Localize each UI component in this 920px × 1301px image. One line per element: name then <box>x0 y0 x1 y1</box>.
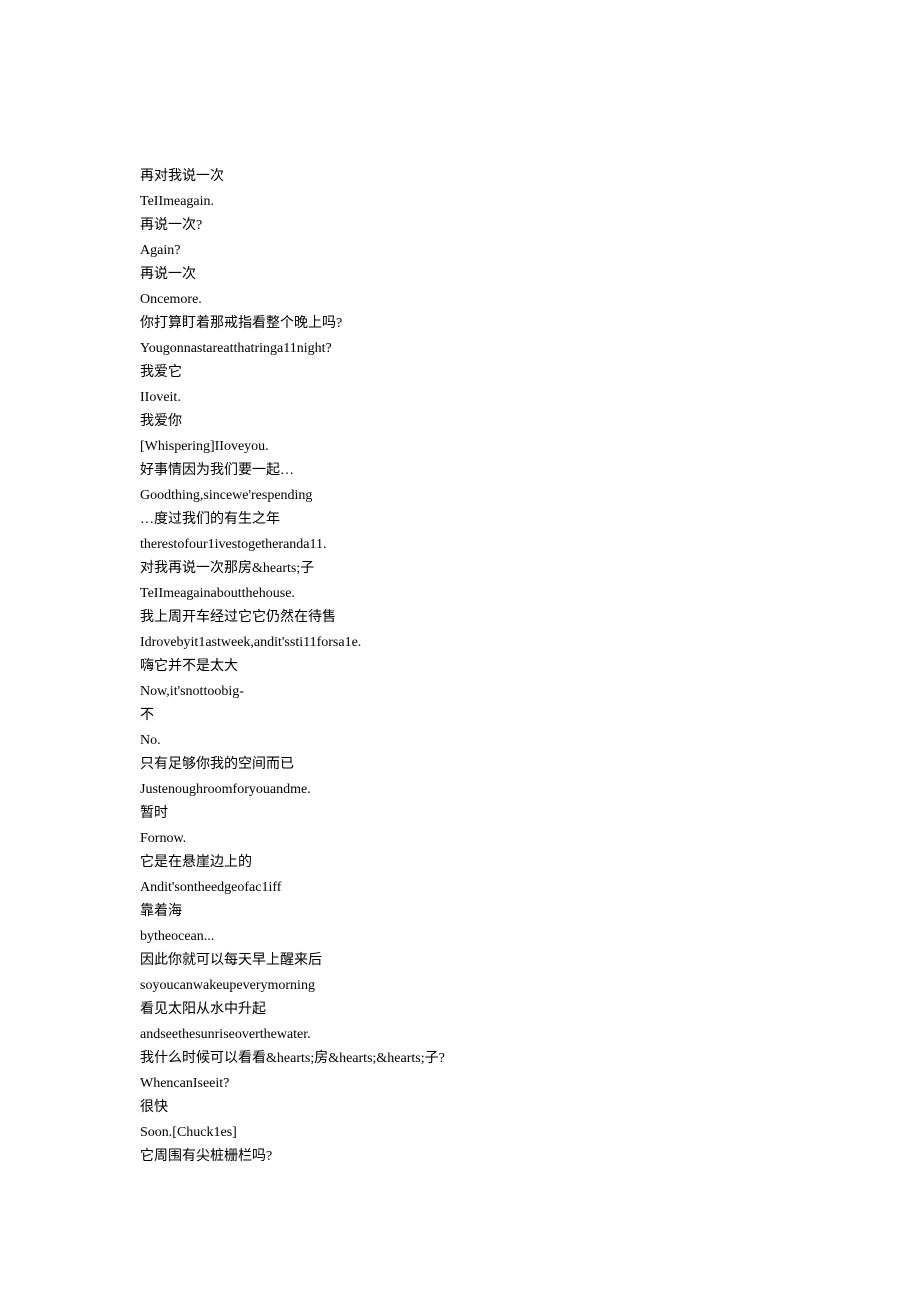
text-line: [Whispering]IIoveyou. <box>140 435 780 460</box>
text-line: 我上周开车经过它它仍然在待售 <box>140 606 780 631</box>
text-line: 只有足够你我的空间而已 <box>140 753 780 778</box>
text-line: Yougonnastareatthatringa11night? <box>140 337 780 362</box>
text-line: IIoveit. <box>140 386 780 411</box>
text-line: 不 <box>140 704 780 729</box>
text-line: Oncemore. <box>140 288 780 313</box>
text-line: 我什么时候可以看看&hearts;房&hearts;&hearts;子? <box>140 1047 780 1072</box>
text-line: 看见太阳从水中升起 <box>140 998 780 1023</box>
text-line: andseethesunriseoverthewater. <box>140 1023 780 1048</box>
text-line: Idrovebyit1astweek,andit'ssti11forsa1e. <box>140 631 780 656</box>
text-line: 好事情因为我们要一起… <box>140 459 780 484</box>
text-line: 靠着海 <box>140 900 780 925</box>
text-line: No. <box>140 729 780 754</box>
text-line: WhencanIseeit? <box>140 1072 780 1097</box>
text-line: 因此你就可以每天早上醒来后 <box>140 949 780 974</box>
text-line: 我爱你 <box>140 410 780 435</box>
text-line: 你打算盯着那戒指看整个晚上吗? <box>140 312 780 337</box>
text-line: 再对我说一次 <box>140 165 780 190</box>
text-line: 再说一次? <box>140 214 780 239</box>
text-line: Again? <box>140 239 780 264</box>
text-line: therestofour1ivestogetheranda11. <box>140 533 780 558</box>
text-line: 很快 <box>140 1096 780 1121</box>
document-page: 再对我说一次 TeIImeagain. 再说一次? Again? 再说一次 On… <box>0 0 920 1301</box>
text-line: soyoucanwakeupeverymorning <box>140 974 780 999</box>
text-line: Justenoughroomforyouandme. <box>140 778 780 803</box>
text-line: 它是在悬崖边上的 <box>140 851 780 876</box>
text-line: Fornow. <box>140 827 780 852</box>
text-line: Andit'sontheedgeofac1iff <box>140 876 780 901</box>
text-line: Soon.[Chuck1es] <box>140 1121 780 1146</box>
text-line: TeIImeagain. <box>140 190 780 215</box>
text-line: 嗨它并不是太大 <box>140 655 780 680</box>
text-line: bytheocean... <box>140 925 780 950</box>
text-line: Now,it'snottoobig- <box>140 680 780 705</box>
text-line: Goodthing,sincewe'respending <box>140 484 780 509</box>
text-line: 对我再说一次那房&hearts;子 <box>140 557 780 582</box>
text-line: 再说一次 <box>140 263 780 288</box>
text-line: 它周围有尖桩栅栏吗? <box>140 1145 780 1170</box>
text-line: TeIImeagainaboutthehouse. <box>140 582 780 607</box>
text-line: 我爱它 <box>140 361 780 386</box>
text-line: …度过我们的有生之年 <box>140 508 780 533</box>
text-line: 暂时 <box>140 802 780 827</box>
